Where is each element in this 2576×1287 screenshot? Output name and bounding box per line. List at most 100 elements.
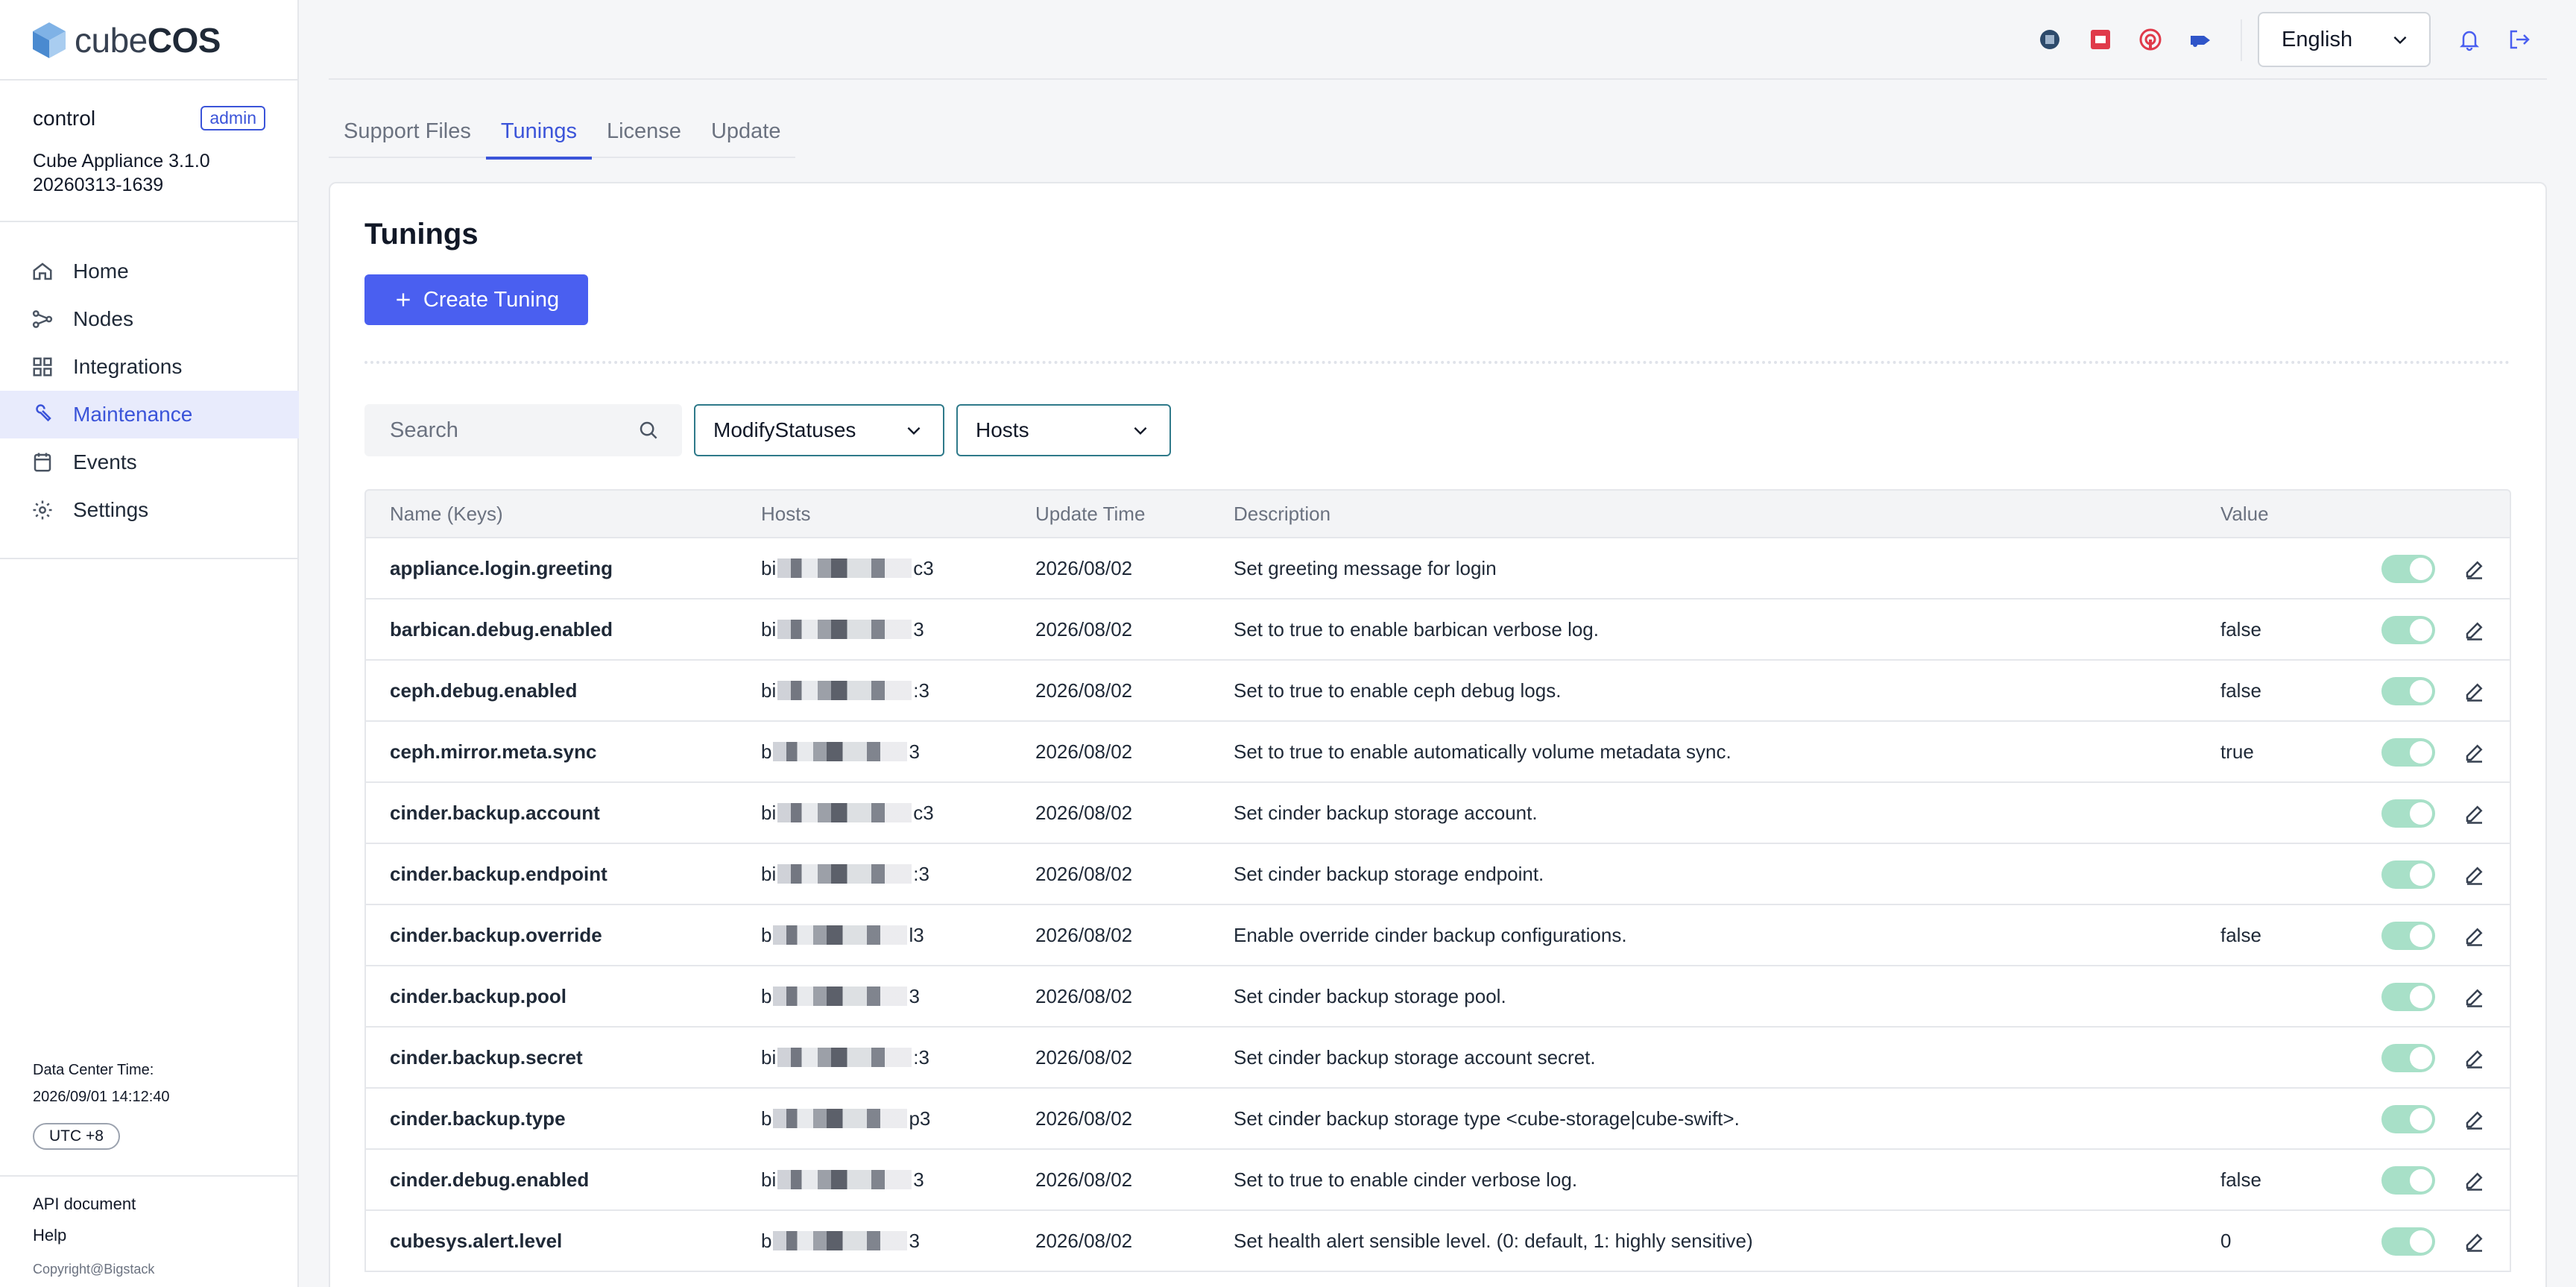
search-input[interactable]: Search <box>364 404 682 456</box>
openstack-icon[interactable] <box>2037 27 2062 52</box>
user-name: control <box>33 106 96 130</box>
ceph-icon[interactable] <box>2088 27 2113 52</box>
tuning-description: Set cinder backup storage type <cube-sto… <box>1234 1107 1740 1130</box>
sidebar-item-integrations[interactable]: Integrations <box>0 343 299 391</box>
language-select[interactable]: English <box>2258 12 2431 67</box>
host-suffix: 3 <box>909 984 920 1007</box>
edit-icon[interactable] <box>2463 619 2486 641</box>
logout-icon[interactable] <box>2507 27 2532 52</box>
edit-icon[interactable] <box>2463 986 2486 1008</box>
tuning-enabled-toggle[interactable] <box>2381 738 2435 767</box>
edit-icon[interactable] <box>2463 925 2486 947</box>
tuning-enabled-toggle[interactable] <box>2381 555 2435 583</box>
tuning-enabled-toggle[interactable] <box>2381 1044 2435 1072</box>
pencil-icon <box>2466 561 2483 579</box>
edit-icon[interactable] <box>2463 741 2486 764</box>
table-row[interactable]: cinder.backup.pool b 3 2026/08/02 Set ci… <box>364 966 2511 1028</box>
tuning-key: cinder.backup.account <box>390 801 600 824</box>
host-prefix: b <box>761 984 772 1007</box>
tuning-enabled-toggle[interactable] <box>2381 860 2435 889</box>
column-header-description[interactable]: Description <box>1234 491 1330 537</box>
tab-support-files[interactable]: Support Files <box>329 104 486 158</box>
version-label: Cube Appliance 3.1.0 <box>33 151 210 172</box>
tuning-enabled-toggle[interactable] <box>2381 799 2435 828</box>
tuning-key: cinder.backup.secret <box>390 1045 583 1069</box>
table-row[interactable]: cinder.backup.secret bi :3 2026/08/02 Se… <box>364 1028 2511 1089</box>
tuning-description: Set greeting message for login <box>1234 556 1497 579</box>
tab-license[interactable]: License <box>592 104 696 158</box>
host-prefix: bi <box>761 556 777 579</box>
kubernetes-icon[interactable] <box>2188 27 2213 52</box>
table-row[interactable]: cinder.debug.enabled bi 3 2026/08/02 Set… <box>364 1150 2511 1211</box>
table-row[interactable]: ceph.debug.enabled bi :3 2026/08/02 Set … <box>364 661 2511 722</box>
tuning-update-time: 2026/08/02 <box>1035 556 1133 579</box>
host-prefix: bi <box>761 1168 777 1191</box>
redacted-host <box>777 558 912 578</box>
tab-update[interactable]: Update <box>696 104 796 158</box>
maintenance-tabs: Support Files Tunings License Update <box>329 104 796 160</box>
tuning-key: ceph.debug.enabled <box>390 679 578 702</box>
sidebar-item-settings[interactable]: Settings <box>0 486 299 534</box>
edit-icon[interactable] <box>2463 1169 2486 1192</box>
column-header-hosts[interactable]: Hosts <box>761 491 810 537</box>
sidebar-item-nodes[interactable]: Nodes <box>0 295 299 343</box>
edit-icon[interactable] <box>2463 680 2486 702</box>
notification-icon[interactable] <box>2457 27 2482 52</box>
table-row[interactable]: cinder.backup.type b p3 2026/08/02 Set c… <box>364 1089 2511 1150</box>
section-divider <box>364 361 2511 364</box>
tuning-description: Set cinder backup storage endpoint. <box>1234 862 1544 885</box>
tuning-enabled-toggle[interactable] <box>2381 616 2435 644</box>
hosts-dropdown[interactable]: Hosts <box>956 404 1171 456</box>
modify-status-dropdown[interactable]: ModifyStatuses <box>694 404 944 456</box>
plus-icon <box>397 293 410 306</box>
tuning-enabled-toggle[interactable] <box>2381 1166 2435 1195</box>
tuning-description: Enable override cinder backup configurat… <box>1234 923 1627 946</box>
help-link[interactable]: Help <box>33 1226 66 1245</box>
edit-icon[interactable] <box>2463 802 2486 825</box>
host-prefix: b <box>761 1107 772 1130</box>
tuning-hosts: b 3 <box>761 966 920 1026</box>
tuning-update-time: 2026/08/02 <box>1035 1229 1133 1252</box>
api-document-link[interactable]: API document <box>33 1195 136 1214</box>
sidebar-item-maintenance[interactable]: Maintenance <box>0 391 299 438</box>
sidebar-divider <box>0 79 299 81</box>
tuning-enabled-toggle[interactable] <box>2381 1227 2435 1256</box>
pencil-icon <box>2466 744 2483 763</box>
table-row[interactable]: cinder.backup.override b l3 2026/08/02 E… <box>364 905 2511 966</box>
table-row[interactable]: cinder.backup.endpoint bi :3 2026/08/02 … <box>364 844 2511 905</box>
sidebar-item-label: Nodes <box>73 307 133 330</box>
table-row[interactable]: appliance.login.greeting bi c3 2026/08/0… <box>364 538 2511 600</box>
logo[interactable]: cubeCOS <box>31 19 221 61</box>
sidebar-item-label: Integrations <box>73 355 183 378</box>
edit-icon[interactable] <box>2463 863 2486 886</box>
tuning-key: cinder.backup.type <box>390 1107 566 1130</box>
edit-icon[interactable] <box>2463 558 2486 580</box>
table-row[interactable]: ceph.mirror.meta.sync b 3 2026/08/02 Set… <box>364 722 2511 783</box>
pencil-icon <box>2466 1111 2483 1130</box>
sidebar-item-home[interactable]: Home <box>0 248 299 295</box>
tuning-enabled-toggle[interactable] <box>2381 677 2435 705</box>
edit-icon[interactable] <box>2463 1047 2486 1069</box>
tuning-update-time: 2026/08/02 <box>1035 679 1133 702</box>
column-header-update-time[interactable]: Update Time <box>1035 491 1145 537</box>
chevron-down-icon <box>907 427 921 435</box>
column-header-value[interactable]: Value <box>2220 491 2269 537</box>
edit-icon[interactable] <box>2463 1230 2486 1253</box>
table-row[interactable]: barbican.debug.enabled bi 3 2026/08/02 S… <box>364 600 2511 661</box>
tuning-enabled-toggle[interactable] <box>2381 922 2435 950</box>
create-tuning-button[interactable]: Create Tuning <box>364 274 588 325</box>
edit-icon[interactable] <box>2463 1108 2486 1130</box>
grafana-icon[interactable] <box>2138 27 2163 52</box>
tuning-value: false <box>2220 1168 2261 1191</box>
pencil-icon <box>2466 1172 2483 1191</box>
tuning-enabled-toggle[interactable] <box>2381 1105 2435 1133</box>
table-row[interactable]: cubesys.alert.level b 3 2026/08/02 Set h… <box>364 1211 2511 1272</box>
tab-tunings[interactable]: Tunings <box>485 104 593 160</box>
tuning-enabled-toggle[interactable] <box>2381 983 2435 1011</box>
logo-text: cubeCOS <box>75 21 221 60</box>
sidebar-item-events[interactable]: Events <box>0 438 299 486</box>
integrations-icon <box>33 357 52 377</box>
column-header-name[interactable]: Name (Keys) <box>390 491 503 537</box>
tuning-description: Set cinder backup storage pool. <box>1234 984 1506 1007</box>
table-row[interactable]: cinder.backup.account bi c3 2026/08/02 S… <box>364 783 2511 844</box>
